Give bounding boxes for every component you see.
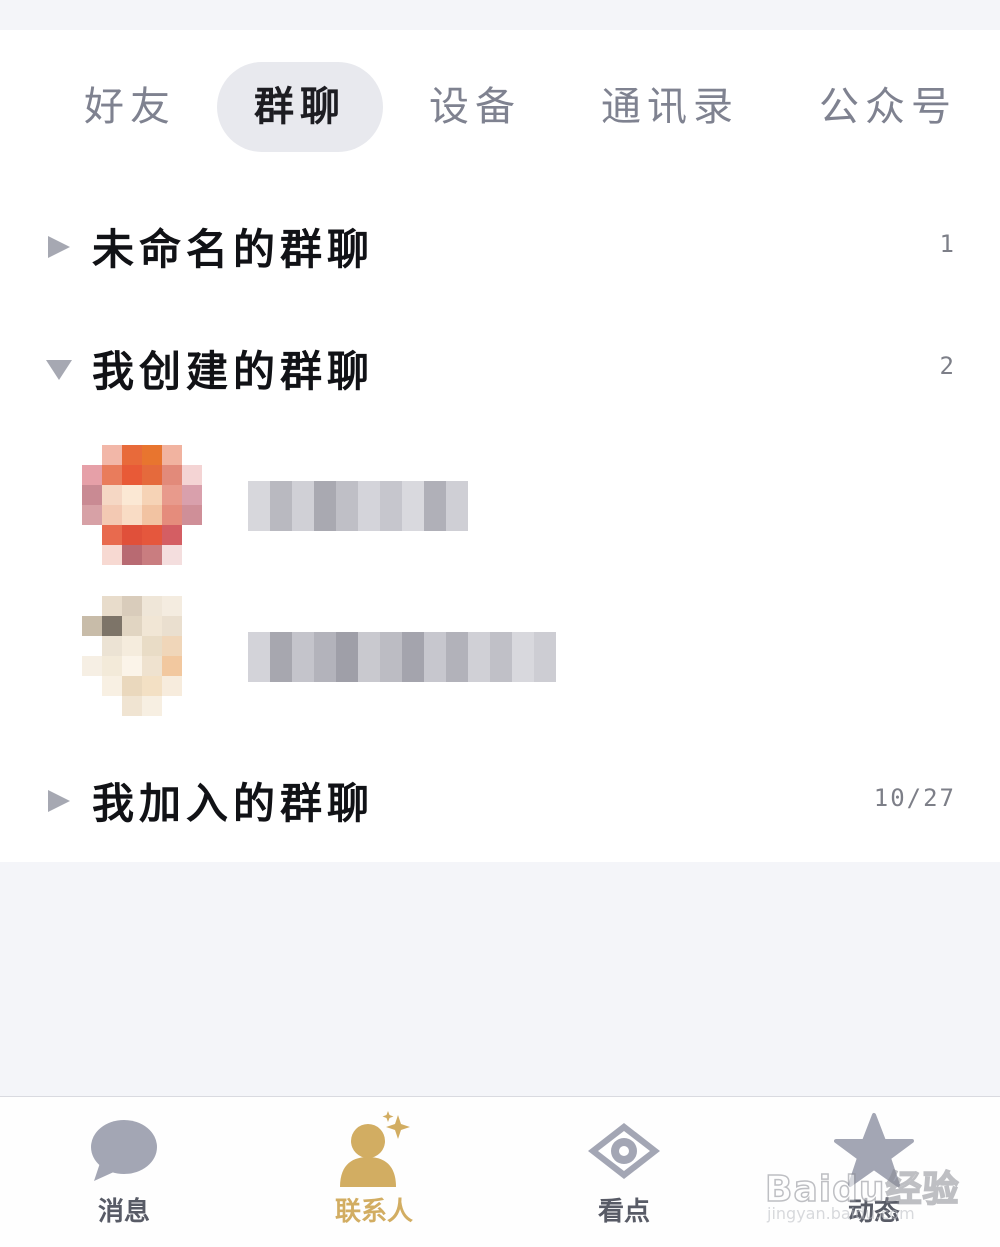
watermark-url: jingyan.baidu.com bbox=[767, 1204, 915, 1223]
group-name-pixelated bbox=[248, 632, 556, 682]
group-section-count: 2 bbox=[939, 352, 956, 380]
group-section-count: 10/27 bbox=[873, 784, 956, 812]
group-section-title: 我创建的群聊 bbox=[92, 347, 375, 396]
eye-icon bbox=[588, 1123, 660, 1179]
chat-bubble-icon bbox=[91, 1120, 157, 1181]
group-section-unnamed[interactable]: 未命名的群聊 1 bbox=[0, 208, 1000, 288]
nav-label: 消息 bbox=[97, 1197, 150, 1227]
caret-down-icon bbox=[46, 360, 72, 380]
nav-contacts[interactable]: 联系人 bbox=[284, 1097, 464, 1247]
group-chat-row[interactable] bbox=[0, 596, 1000, 726]
tab-address-book[interactable]: 通讯录 bbox=[590, 62, 750, 152]
nav-label: 联系人 bbox=[334, 1197, 413, 1227]
contacts-person-icon bbox=[340, 1111, 410, 1187]
caret-right-icon bbox=[48, 236, 70, 258]
tab-friends[interactable]: 好友 bbox=[70, 62, 190, 152]
tab-devices[interactable]: 设备 bbox=[415, 62, 535, 152]
group-section-title: 未命名的群聊 bbox=[92, 225, 375, 274]
group-avatar bbox=[82, 445, 202, 565]
group-section-count: 1 bbox=[939, 230, 956, 258]
status-bar-strip bbox=[0, 0, 1000, 30]
tab-official-accounts[interactable]: 公众号 bbox=[808, 62, 968, 152]
tab-group-chats[interactable]: 群聊 bbox=[217, 62, 383, 152]
group-section-title: 我加入的群聊 bbox=[92, 779, 375, 828]
nav-label: 看点 bbox=[597, 1197, 650, 1227]
nav-messages[interactable]: 消息 bbox=[34, 1097, 214, 1247]
group-section-joined[interactable]: 我加入的群聊 10/27 bbox=[0, 762, 1000, 842]
caret-right-icon bbox=[48, 790, 70, 812]
group-section-created[interactable]: 我创建的群聊 2 bbox=[0, 330, 1000, 410]
baidu-jingyan-watermark: Baidu经验 jingyan.baidu.com bbox=[764, 1160, 965, 1230]
contact-category-tabs: 好友 群聊 设备 通讯录 公众号 bbox=[0, 62, 1000, 154]
group-name-pixelated bbox=[248, 481, 468, 531]
nav-discover[interactable]: 看点 bbox=[534, 1097, 714, 1247]
group-chat-row[interactable] bbox=[0, 445, 1000, 575]
group-avatar bbox=[82, 596, 202, 716]
